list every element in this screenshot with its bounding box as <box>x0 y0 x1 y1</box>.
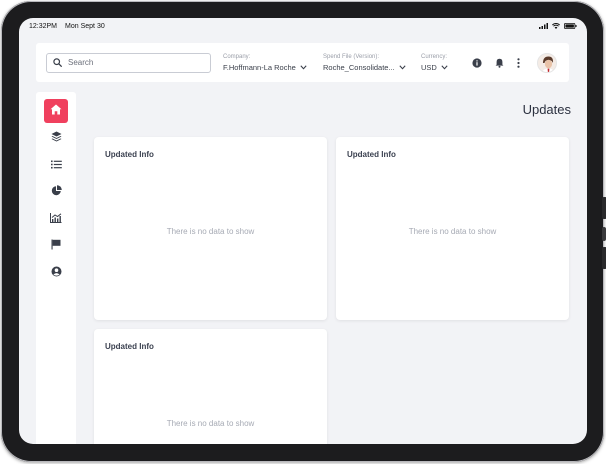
spend-file-selector[interactable]: Spend File (Version): Roche_Consolidate.… <box>323 54 409 72</box>
sidebar-item-user[interactable] <box>44 261 68 285</box>
more-vertical-icon[interactable] <box>517 57 520 68</box>
status-date: Mon Sept 30 <box>65 22 105 30</box>
sidebar-item-analytics[interactable] <box>44 207 68 231</box>
search-box[interactable] <box>46 52 211 73</box>
currency-value: USD <box>421 62 437 72</box>
sidebar-item-home[interactable] <box>44 99 68 123</box>
card-title: Updated Info <box>105 150 154 159</box>
updated-info-card: Updated Info There is no data to show <box>94 329 327 444</box>
bell-icon[interactable] <box>495 58 504 68</box>
sidebar-item-list[interactable] <box>44 153 68 177</box>
page-title: Updates <box>522 102 571 117</box>
currency-label: Currency: <box>421 53 448 60</box>
chevron-down-icon <box>441 63 448 72</box>
screen: 12:32PM Mon Sept 30 Search Company: F.Ho… <box>19 18 587 444</box>
home-icon <box>50 102 62 120</box>
spend-file-label: Spend File (Version): <box>323 53 380 60</box>
updated-info-card: Updated Info There is no data to show <box>336 137 569 320</box>
signal-icon <box>539 23 548 29</box>
chevron-down-icon <box>300 63 307 72</box>
card-title: Updated Info <box>347 150 396 159</box>
user-icon <box>51 264 62 282</box>
currency-selector[interactable]: Currency: USD <box>421 54 453 72</box>
company-selector[interactable]: Company: F.Hoffmann-La Roche <box>223 54 311 72</box>
status-bar: 12:32PM Mon Sept 30 <box>19 18 587 34</box>
company-label: Company: <box>223 53 251 60</box>
info-icon[interactable] <box>472 57 482 68</box>
sidebar <box>36 92 76 444</box>
list-icon <box>50 156 62 174</box>
pie-chart-icon <box>51 183 62 201</box>
sidebar-item-flag[interactable] <box>44 234 68 258</box>
spend-file-value: Roche_Consolidate... <box>323 62 395 72</box>
search-icon <box>53 54 62 72</box>
card-title: Updated Info <box>105 342 154 351</box>
empty-state-text: There is no data to show <box>408 227 497 236</box>
side-button <box>602 227 606 241</box>
sidebar-item-layers[interactable] <box>44 126 68 150</box>
wifi-icon <box>552 23 560 29</box>
chevron-down-icon <box>399 63 406 72</box>
battery-icon <box>564 23 577 29</box>
analytics-icon <box>50 210 62 228</box>
company-value: F.Hoffmann-La Roche <box>223 62 296 72</box>
sidebar-item-pie-chart[interactable] <box>44 180 68 204</box>
empty-state-text: There is no data to show <box>166 227 255 236</box>
volume-down-button <box>602 247 606 269</box>
status-time: 12:32PM <box>29 22 58 30</box>
top-bar: Company: F.Hoffmann-La Roche Spend File … <box>36 43 569 82</box>
tablet-frame: 12:32PM Mon Sept 30 Search Company: F.Ho… <box>1 1 606 462</box>
search-input[interactable] <box>68 58 198 67</box>
empty-state-text: There is no data to show <box>166 419 255 428</box>
flag-icon <box>51 237 61 255</box>
layers-icon <box>51 129 62 147</box>
volume-up-button <box>602 197 606 219</box>
updated-info-card: Updated Info There is no data to show <box>94 137 327 320</box>
avatar[interactable] <box>537 52 557 73</box>
